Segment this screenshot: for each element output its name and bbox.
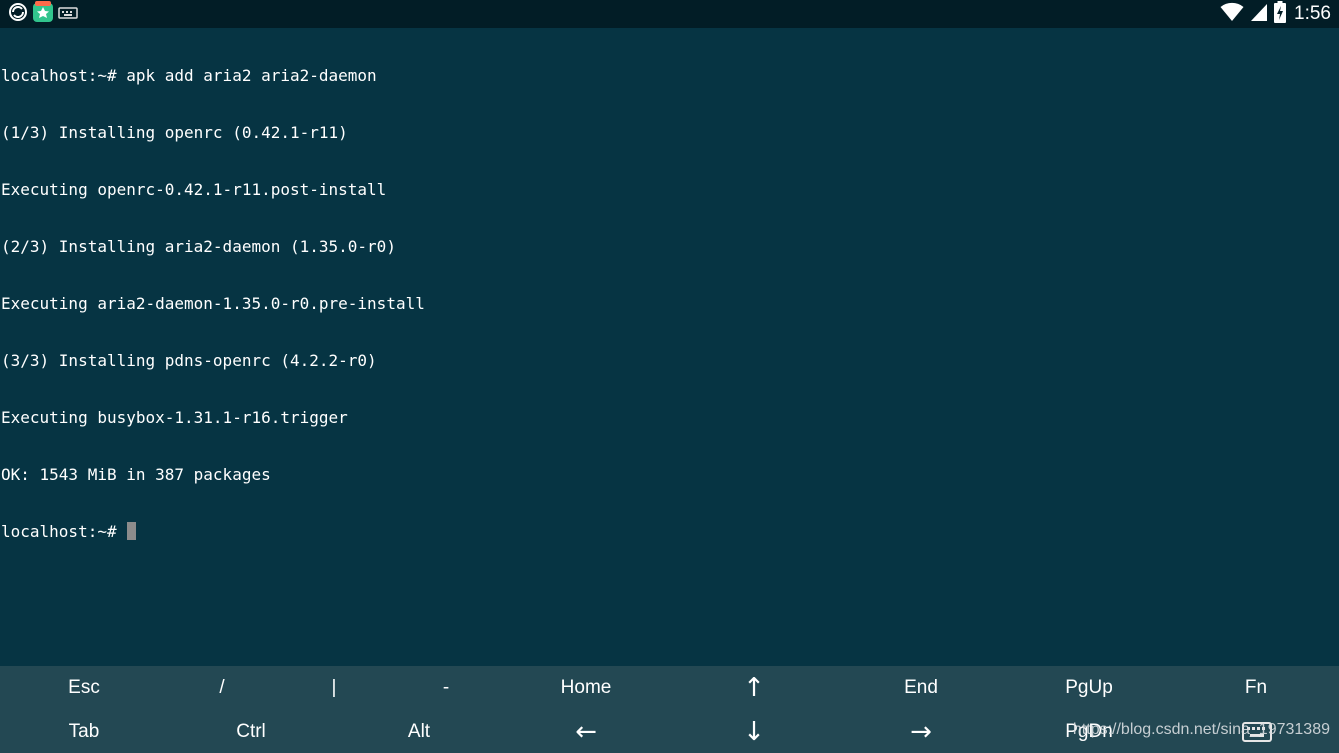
- key-end[interactable]: End: [847, 666, 995, 709]
- terminal-line: Executing openrc-0.42.1-r11.post-install: [1, 180, 387, 199]
- app-store-icon: [32, 1, 54, 27]
- terminal-output[interactable]: localhost:~# apk add aria2 aria2-daemon …: [1, 28, 1337, 666]
- key-ctrl[interactable]: Ctrl: [177, 710, 325, 753]
- terminal-line: localhost:~# apk add aria2 aria2-daemon: [1, 66, 377, 85]
- key-tab[interactable]: Tab: [10, 710, 158, 753]
- terminal-line: Executing aria2-daemon-1.35.0-r0.pre-ins…: [1, 294, 425, 313]
- key-left-arrow[interactable]: ←: [512, 710, 660, 753]
- battery-charging-icon: [1274, 1, 1287, 27]
- terminal-line: OK: 1543 MiB in 387 packages: [1, 465, 271, 484]
- clock: 1:56: [1294, 3, 1331, 24]
- terminal-line: (2/3) Installing aria2-daemon (1.35.0-r0…: [1, 237, 396, 256]
- key-pgup[interactable]: PgUp: [1015, 666, 1163, 709]
- key-up-arrow[interactable]: ↑: [680, 666, 828, 709]
- key-right-arrow[interactable]: →: [847, 710, 995, 753]
- terminal-line: (1/3) Installing openrc (0.42.1-r11): [1, 123, 348, 142]
- keyboard-notification-icon: [58, 5, 78, 24]
- key-home[interactable]: Home: [512, 666, 660, 709]
- terminal-line: Executing busybox-1.31.1-r16.trigger: [1, 408, 348, 427]
- shell-prompt: localhost:~#: [1, 522, 127, 541]
- termux-screen: 1:56 localhost:~# apk add aria2 aria2-da…: [0, 0, 1339, 753]
- sync-icon: [8, 2, 28, 26]
- watermark-url: https://blog.csdn.net/sina_19731389: [1072, 721, 1330, 738]
- prompt-line: localhost:~#: [1, 522, 1337, 541]
- text-cursor: [127, 522, 137, 540]
- key-minus[interactable]: -: [372, 666, 520, 709]
- signal-icon: [1250, 2, 1268, 26]
- key-fn[interactable]: Fn: [1182, 666, 1330, 709]
- key-esc[interactable]: Esc: [10, 666, 158, 709]
- terminal-line: (3/3) Installing pdns-openrc (4.2.2-r0): [1, 351, 377, 370]
- system-status-icons: 1:56: [1220, 0, 1331, 28]
- wifi-icon: [1220, 2, 1244, 26]
- notification-icons: [8, 1, 78, 27]
- key-alt[interactable]: Alt: [345, 710, 493, 753]
- status-bar: 1:56: [0, 0, 1339, 28]
- extra-keys-bar: Esc / | - Home ↑ End PgUp Fn Tab Ctrl Al…: [0, 666, 1339, 753]
- key-down-arrow[interactable]: ↓: [680, 710, 828, 753]
